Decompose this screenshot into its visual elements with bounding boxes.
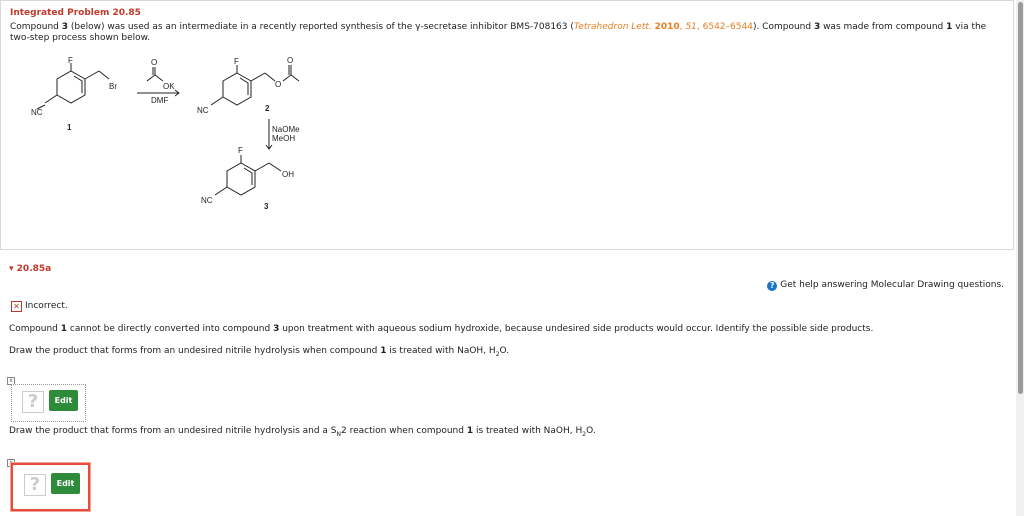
reaction-scheme: F Br NC 1 O OK DMF F O O NC 2 NaOMe MeOH… (31, 56, 300, 211)
atom-label: O (287, 56, 293, 65)
problem-title: Integrated Problem 20.85 (10, 8, 141, 18)
reagent-label: NaOMe (272, 125, 300, 134)
intro-text: ). Compound (752, 22, 814, 32)
text: Draw the product that forms from an unde… (9, 346, 381, 356)
text: is treated with NaOH, H (473, 426, 583, 436)
text: O. (586, 426, 596, 436)
compound-number: 3 (264, 202, 269, 211)
help-icon: ? (767, 281, 778, 291)
help-link[interactable]: ? Get help answering Molecular Drawing qu… (767, 280, 1004, 291)
reagent-label: DMF (151, 96, 168, 105)
compound-2-structure (210, 65, 300, 106)
text: upon treatment with aqueous sodium hydro… (279, 324, 874, 334)
triangle-down-icon: ▾ (9, 264, 14, 274)
edit-button[interactable]: Edit (51, 473, 80, 494)
explanation-text: Compound 1 cannot be directly converted … (9, 324, 873, 334)
scrollbar-thumb[interactable] (1018, 2, 1023, 394)
potassium-acetate-structure (146, 67, 164, 82)
text: O. (499, 346, 510, 356)
compound-3-structure (214, 155, 282, 196)
problem-intro: Compound 3 (below) was used as an interm… (10, 22, 1000, 44)
part-label: 20.85a (16, 264, 52, 274)
intro-text: was made from compound (820, 22, 947, 32)
text: Draw the product that forms from an unde… (9, 426, 337, 436)
compound-number: 2 (265, 104, 270, 113)
citation-link[interactable]: Tetrahedron Lett. 2010, 51, 6542–6544 (574, 22, 753, 32)
text: is treated with NaOH, H (386, 346, 496, 356)
citation-volume: 51 (685, 22, 697, 32)
citation-pages: 6542–6544 (702, 22, 753, 32)
intro-text: (below) was used as an intermediate in a… (68, 22, 574, 32)
intro-text: Compound (10, 22, 62, 32)
atom-label: NC (31, 108, 43, 117)
text: 2 reaction when compound (341, 426, 467, 436)
atom-label: F (238, 146, 243, 155)
text: cannot be directly converted into compou… (67, 324, 274, 334)
help-text: Get help answering Molecular Drawing que… (780, 280, 1004, 290)
atom-label: O (151, 58, 157, 67)
atom-label: NC (201, 196, 213, 205)
problem-panel: Integrated Problem 20.85 Compound 3 (bel… (0, 0, 1014, 250)
question-mark-icon: ? (24, 474, 46, 496)
edit-button[interactable]: Edit (49, 390, 78, 411)
citation-year: 2010 (654, 22, 680, 32)
atom-label: F (234, 57, 239, 66)
atom-label: O (275, 80, 281, 89)
reagent-label: MeOH (272, 134, 295, 143)
part-toggle-20-85a[interactable]: ▾ 20.85a (9, 264, 51, 274)
atom-label: Br (109, 82, 117, 91)
compound-1-structure (36, 63, 110, 110)
molecule-drawing-box-2[interactable]: ? Edit (11, 463, 90, 511)
scrollbar-track[interactable] (1016, 0, 1024, 516)
atom-label: OH (282, 170, 294, 179)
atom-label: F (68, 56, 73, 65)
atom-label: NC (197, 106, 209, 115)
question-2: Draw the product that forms from an unde… (9, 426, 596, 438)
citation-journal: Tetrahedron Lett. (573, 22, 652, 32)
question-1: Draw the product that forms from an unde… (9, 346, 509, 358)
status-incorrect: ✕ Incorrect. (11, 301, 68, 312)
question-mark-icon: ? (22, 391, 44, 413)
incorrect-icon: ✕ (11, 301, 22, 312)
molecule-drawing-box-1[interactable]: ? Edit (11, 384, 86, 422)
compound-number: 1 (67, 123, 72, 132)
text: Compound (9, 324, 61, 334)
atom-label: OK (163, 82, 175, 91)
status-text: Incorrect. (25, 301, 68, 311)
